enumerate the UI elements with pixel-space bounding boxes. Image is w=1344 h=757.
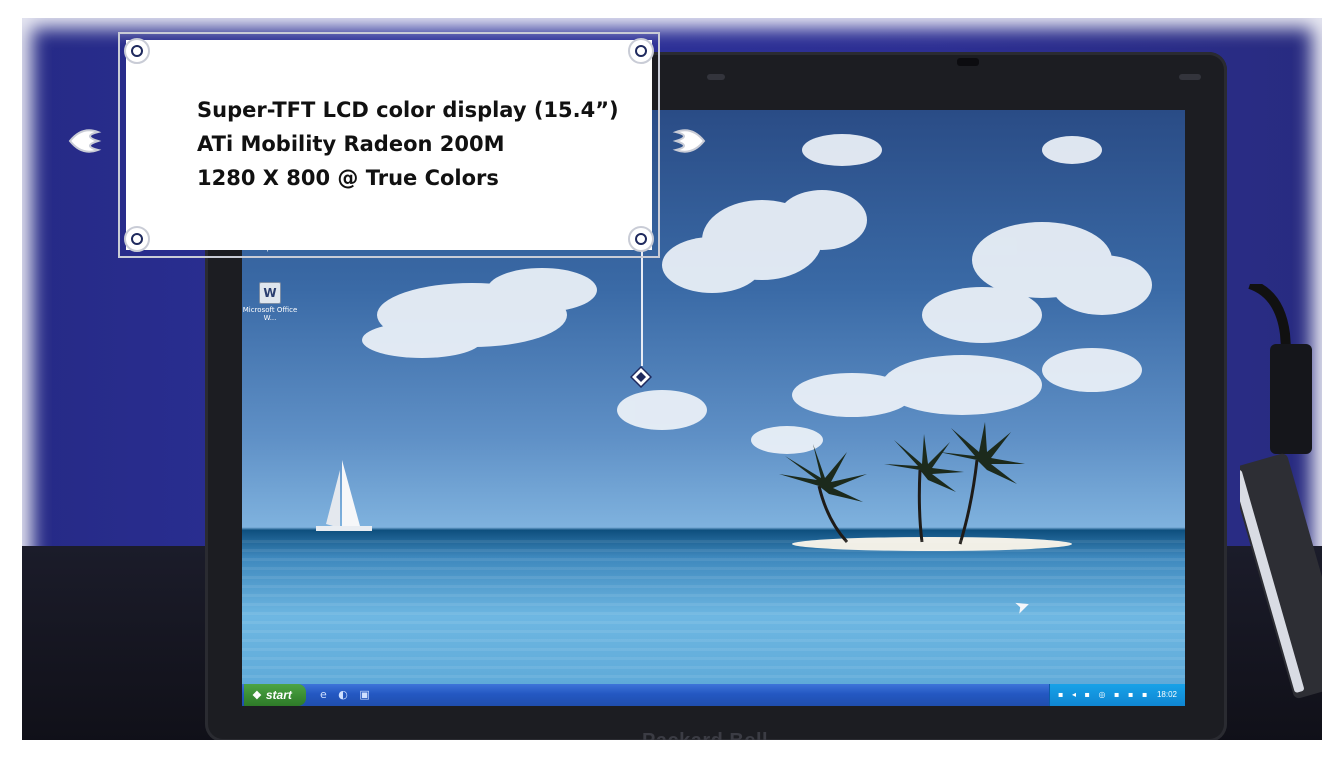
sea-reflection: [242, 540, 1185, 680]
ornament-left-scroll-icon: [68, 129, 102, 153]
callout-connector-line: [641, 246, 643, 366]
bezel-led-right: [1179, 74, 1201, 80]
desktop-icon-office-word[interactable]: W Microsoft Office W...: [242, 282, 300, 322]
ornament-right-scroll-icon: [672, 129, 706, 153]
windows-flag-icon: ❖: [252, 690, 262, 702]
photo-stage: Packard Bell: [0, 0, 1344, 757]
webcam: [957, 58, 979, 66]
power-cable: [1240, 284, 1322, 699]
ornament-top-right-icon: [628, 38, 654, 64]
system-tray: ▪ ◂ ▪ ◎ ▪ ▪ ▪ 18:02: [1049, 684, 1185, 706]
ornament-top-left-icon: [124, 38, 150, 64]
ornament-bottom-left-icon: [124, 226, 150, 252]
quick-launch-icons[interactable]: e ◐ ▣: [320, 688, 374, 701]
desktop-icon-label: Microsoft Office W...: [242, 306, 298, 322]
word-document-icon: W: [259, 282, 281, 304]
taskbar: ❖ start e ◐ ▣ ▪ ◂ ▪ ◎ ▪ ▪ ▪ 18:02: [242, 684, 1185, 706]
caption-line-display: Super-TFT LCD color display (15.4”): [197, 98, 619, 122]
tray-icons[interactable]: ▪ ◂ ▪ ◎ ▪ ▪ ▪: [1058, 684, 1150, 706]
spec-caption-card: Super-TFT LCD color display (15.4”) ATi …: [118, 32, 660, 258]
tray-clock: 18:02: [1156, 690, 1177, 699]
caption-line-graphics: ATi Mobility Radeon 200M: [197, 132, 505, 156]
caption-body: Super-TFT LCD color display (15.4”) ATi …: [142, 58, 636, 232]
start-button-label: start: [265, 688, 292, 702]
callout-diamond-icon: [630, 366, 652, 388]
bezel-led-left: [707, 74, 725, 80]
caption-line-resolution: 1280 X 800 @ True Colors: [197, 166, 499, 190]
ornament-bottom-right-icon: [628, 226, 654, 252]
laptop-brand-logo: Packard Bell: [642, 730, 768, 740]
start-button[interactable]: ❖ start: [244, 684, 306, 706]
